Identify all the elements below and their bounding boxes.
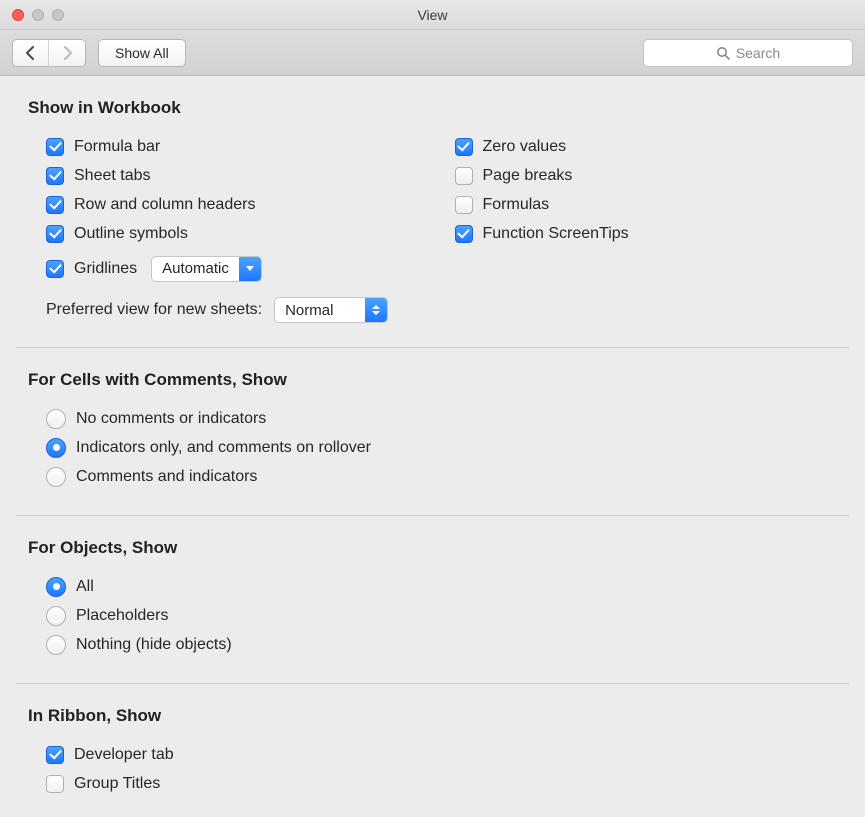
radio-icon [46,577,66,597]
checkbox-icon [46,196,64,214]
window-title: View [0,7,865,23]
preferred-view-label: Preferred view for new sheets: [46,301,262,319]
checkbox-icon [46,138,64,156]
checkbox-zero-values[interactable]: Zero values [437,132,838,161]
nav-segmented [12,39,86,67]
checkbox-label: Developer tab [74,746,174,764]
traffic-lights [0,9,64,21]
select-value: Automatic [152,260,239,277]
search-icon [716,46,730,60]
checkbox-label: Sheet tabs [74,167,151,185]
gridlines-color-select[interactable]: Automatic [151,256,262,282]
radio-objects-nothing[interactable]: Nothing (hide objects) [28,630,837,659]
radio-no-comments[interactable]: No comments or indicators [28,404,837,433]
checkbox-group-titles[interactable]: Group Titles [28,769,837,798]
radio-icon [46,606,66,626]
section-objects: For Objects, Show All Placeholders Nothi… [16,515,849,683]
search-field[interactable]: Search [643,39,853,67]
section-title: In Ribbon, Show [28,706,837,726]
radio-label: Indicators only, and comments on rollove… [76,439,371,457]
radio-label: No comments or indicators [76,410,266,428]
radio-indicators-rollover[interactable]: Indicators only, and comments on rollove… [28,433,837,462]
checkbox-label: Gridlines [74,260,137,278]
section-comments: For Cells with Comments, Show No comment… [16,347,849,515]
checkbox-sheet-tabs[interactable]: Sheet tabs [28,161,429,190]
checkbox-label: Formulas [483,196,550,214]
chevron-right-icon [61,46,73,60]
checkbox-label: Zero values [483,138,567,156]
content: Show in Workbook Formula bar Sheet tabs … [0,76,865,817]
section-title: For Objects, Show [28,538,837,558]
section-ribbon: In Ribbon, Show Developer tab Group Titl… [16,683,849,817]
checkbox-icon [46,167,64,185]
checkbox-icon [455,225,473,243]
checkbox-developer-tab[interactable]: Developer tab [28,740,837,769]
search-placeholder: Search [736,45,780,61]
checkbox-icon [46,746,64,764]
back-button[interactable] [13,40,49,66]
checkbox-label: Page breaks [483,167,573,185]
titlebar: View [0,0,865,30]
chevron-down-icon [239,257,261,281]
zoom-window-button[interactable] [52,9,64,21]
minimize-window-button[interactable] [32,9,44,21]
show-all-button[interactable]: Show All [98,39,186,67]
checkbox-icon [455,138,473,156]
preferred-view-row: Preferred view for new sheets: Normal [28,297,837,323]
section-title: For Cells with Comments, Show [28,370,837,390]
radio-icon [46,635,66,655]
checkbox-label: Formula bar [74,138,160,156]
select-value: Normal [275,302,365,319]
chevron-left-icon [25,46,37,60]
checkbox-row-col-headers[interactable]: Row and column headers [28,190,429,219]
radio-label: Placeholders [76,607,169,625]
checkbox-icon [455,196,473,214]
preferred-view-select[interactable]: Normal [274,297,388,323]
section-show-in-workbook: Show in Workbook Formula bar Sheet tabs … [16,76,849,347]
checkbox-formulas[interactable]: Formulas [437,190,838,219]
radio-label: Comments and indicators [76,468,257,486]
radio-comments-indicators[interactable]: Comments and indicators [28,462,837,491]
radio-icon [46,438,66,458]
checkbox-gridlines[interactable]: Gridlines Automatic [28,254,429,283]
close-window-button[interactable] [12,9,24,21]
checkbox-label: Function ScreenTips [483,225,629,243]
section-title: Show in Workbook [28,98,837,118]
checkbox-label: Row and column headers [74,196,255,214]
checkbox-icon [46,260,64,278]
forward-button[interactable] [49,40,85,66]
checkbox-label: Outline symbols [74,225,188,243]
radio-icon [46,467,66,487]
checkbox-formula-bar[interactable]: Formula bar [28,132,429,161]
checkbox-outline-symbols[interactable]: Outline symbols [28,219,429,248]
checkbox-page-breaks[interactable]: Page breaks [437,161,838,190]
radio-objects-placeholders[interactable]: Placeholders [28,601,837,630]
radio-label: All [76,578,94,596]
toolbar: Show All Search [0,30,865,76]
checkbox-function-screentips[interactable]: Function ScreenTips [437,219,838,248]
radio-label: Nothing (hide objects) [76,636,232,654]
radio-icon [46,409,66,429]
chevron-updown-icon [365,298,387,322]
radio-objects-all[interactable]: All [28,572,837,601]
checkbox-icon [455,167,473,185]
checkbox-icon [46,225,64,243]
checkbox-label: Group Titles [74,775,160,793]
checkbox-icon [46,775,64,793]
